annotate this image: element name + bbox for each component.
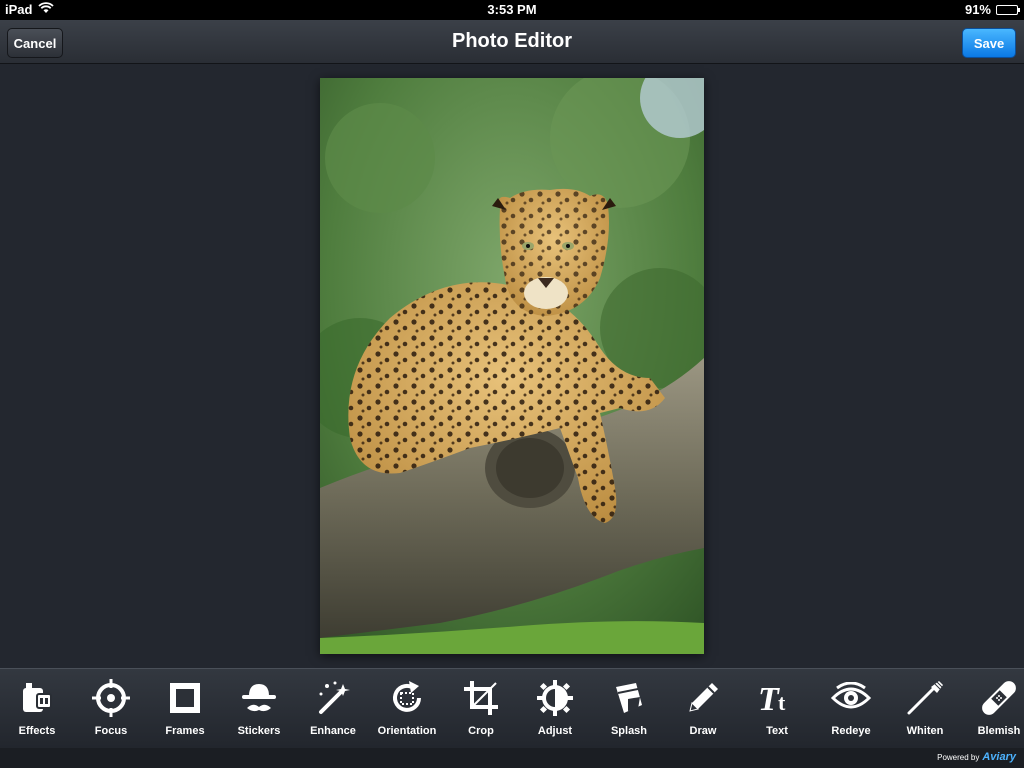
orientation-icon (384, 675, 430, 721)
tool-label: Adjust (537, 725, 573, 737)
tool-label: Draw (689, 725, 717, 737)
tool-frames[interactable]: Frames (148, 675, 222, 745)
battery-icon (996, 4, 1020, 15)
powered-by: Powered by Aviary (937, 751, 1016, 763)
adjust-icon (532, 675, 578, 721)
tool-label: Crop (468, 725, 494, 737)
text-icon: Tt (754, 675, 800, 721)
tool-whiten[interactable]: Whiten (888, 675, 962, 745)
aviary-logo: Aviary (982, 751, 1016, 763)
tool-crop[interactable]: Crop (444, 675, 518, 745)
footer: Powered by Aviary (0, 748, 1024, 768)
tool-label: Stickers (237, 725, 281, 737)
tool-bar: Effects Focus Frames Stickers Enhance Orienta… (0, 668, 1024, 748)
tool-label: Blemish (977, 725, 1021, 737)
whiten-icon (902, 675, 948, 721)
page-title: Photo Editor (452, 30, 572, 52)
draw-icon (680, 675, 726, 721)
tool-adjust[interactable]: Adjust (518, 675, 592, 745)
enhance-icon (310, 675, 356, 721)
status-time: 3:53 PM (487, 2, 537, 17)
tool-splash[interactable]: Splash (592, 675, 666, 745)
powered-by-label: Powered by (937, 753, 980, 762)
tool-draw[interactable]: Draw (666, 675, 740, 745)
tool-redeye[interactable]: Redeye (814, 675, 888, 745)
svg-text:T: T (758, 681, 780, 716)
status-bar: iPad 3:53 PM 91% (0, 0, 1024, 20)
tool-orientation[interactable]: Orientation (370, 675, 444, 745)
stickers-icon (236, 675, 282, 721)
tool-label: Redeye (831, 725, 871, 737)
tool-effects[interactable]: Effects (0, 675, 74, 745)
splash-icon (606, 675, 652, 721)
tool-label: Whiten (906, 725, 944, 737)
frames-icon (162, 675, 208, 721)
tool-label: Enhance (310, 725, 356, 737)
save-button[interactable]: Save (962, 28, 1016, 58)
focus-icon (88, 675, 134, 721)
tool-stickers[interactable]: Stickers (222, 675, 296, 745)
tool-focus[interactable]: Focus (74, 675, 148, 745)
tool-label: Orientation (377, 725, 437, 737)
tool-label: Effects (18, 725, 56, 737)
tool-text[interactable]: Tt Text (740, 675, 814, 745)
nav-bar: Cancel Photo Editor Save (0, 20, 1024, 64)
battery-percent: 91% (964, 2, 991, 17)
tool-label: Text (766, 725, 788, 737)
tool-label: Splash (610, 725, 648, 737)
tool-label: Focus (94, 725, 128, 737)
crop-icon (458, 675, 504, 721)
redeye-icon (828, 675, 874, 721)
tool-label: Frames (165, 725, 205, 737)
photo-canvas[interactable] (320, 78, 704, 654)
leopard-photo (320, 78, 704, 654)
tool-enhance[interactable]: Enhance (296, 675, 370, 745)
svg-text:t: t (778, 690, 786, 715)
tool-blemish[interactable]: Blemish (962, 675, 1024, 745)
blemish-icon (976, 675, 1022, 721)
effects-icon (14, 675, 60, 721)
